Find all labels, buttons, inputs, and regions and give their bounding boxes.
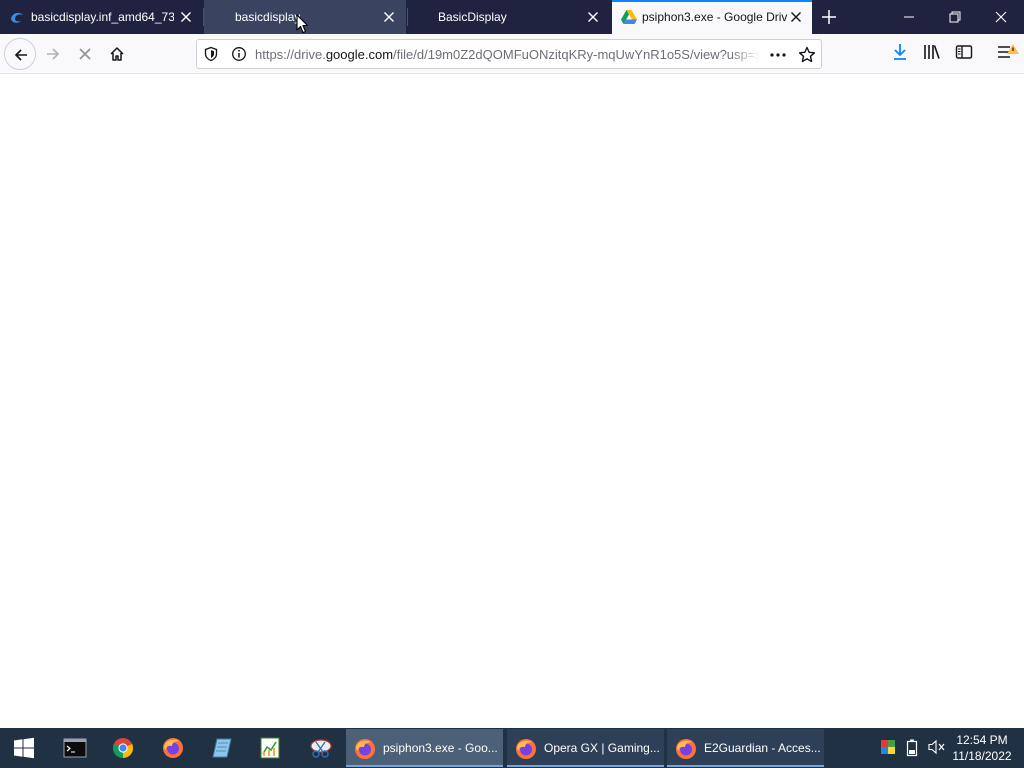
chrome-icon[interactable] [99, 728, 147, 768]
task-label: psiphon3.exe - Goo... [383, 741, 498, 755]
firefox-icon [675, 738, 697, 763]
tab-title: basicdisplay.inf_amd64_73a [31, 10, 174, 24]
close-tab-icon[interactable] [788, 9, 804, 25]
clock-date: 11/18/2022 [952, 749, 1012, 763]
info-icon[interactable] [231, 46, 247, 67]
url-prefix: https://drive. [255, 47, 326, 62]
task-label: Opera GX | Gaming... [544, 741, 660, 755]
tab-strip: basicdisplay.inf_amd64_73a basicdisplay … [0, 0, 1024, 34]
stop-x-icon[interactable] [69, 38, 101, 70]
plus-icon[interactable] [820, 8, 838, 26]
page-content [0, 75, 1024, 728]
clock-time: 12:54 PM [956, 733, 1008, 747]
url-text[interactable]: https://drive.google.com/file/d/19m0Z2dQ… [255, 47, 760, 63]
windows-start-icon[interactable] [0, 728, 48, 768]
more-actions-icon[interactable] [769, 47, 787, 68]
windows-taskbar: psiphon3.exe - Goo... Opera GX | Gaming.… [0, 728, 1024, 768]
sidebar-icon[interactable] [955, 43, 973, 66]
back-arrow-icon[interactable] [4, 38, 36, 70]
tab-basicdisplay-upper[interactable]: BasicDisplay [408, 0, 610, 34]
close-icon[interactable] [978, 0, 1024, 34]
home-icon[interactable] [101, 38, 133, 70]
firefox-icon [354, 738, 376, 763]
tab-title: psiphon3.exe - Google Driv [642, 10, 788, 24]
terminal-icon[interactable] [50, 728, 98, 768]
color-icon[interactable] [880, 739, 896, 760]
close-tab-icon[interactable] [381, 9, 397, 25]
volume-muted-icon[interactable] [928, 739, 946, 760]
firefox-icon [515, 738, 537, 763]
star-bookmark-icon[interactable] [798, 46, 816, 69]
restore-icon[interactable] [932, 0, 978, 34]
battery-icon[interactable] [906, 739, 918, 762]
edge-blue-icon [10, 10, 24, 24]
url-bar[interactable]: https://drive.google.com/file/d/19m0Z2dQ… [196, 39, 822, 69]
firefox-icon[interactable] [149, 728, 197, 768]
google-drive-icon [621, 10, 637, 24]
menu-icon[interactable] [996, 43, 1020, 66]
mouse-cursor-icon [296, 14, 309, 39]
taskbar-task-e2guardian[interactable]: E2Guardian - Acces... [667, 729, 824, 767]
download-icon[interactable] [892, 43, 908, 66]
tab-basicdisplay-inf[interactable]: basicdisplay.inf_amd64_73a [0, 0, 202, 34]
taskbar-task-opera-gx[interactable]: Opera GX | Gaming... [507, 729, 664, 767]
minimize-icon[interactable] [886, 0, 932, 34]
system-clock[interactable]: 12:54 PM 11/18/2022 [946, 732, 1018, 764]
forward-arrow-icon[interactable] [37, 38, 69, 70]
navigation-toolbar: https://drive.google.com/file/d/19m0Z2dQ… [0, 34, 1024, 74]
tab-psiphon-drive[interactable]: psiphon3.exe - Google Driv [612, 0, 812, 34]
close-tab-icon[interactable] [178, 9, 194, 25]
url-domain: google.com [325, 47, 394, 62]
taskbar-task-psiphon[interactable]: psiphon3.exe - Goo... [346, 729, 503, 767]
close-tab-icon[interactable] [585, 9, 601, 25]
tab-title: BasicDisplay [438, 10, 507, 24]
snipping-tool-icon[interactable] [296, 728, 344, 768]
url-path: /file/d/19m0Z2dQOMFuONzitqKRy-mqUwYnR1o5… [393, 47, 760, 62]
notepad-icon[interactable] [198, 728, 246, 768]
chart-app-icon[interactable] [246, 728, 294, 768]
shield-icon[interactable] [203, 46, 219, 67]
task-label: E2Guardian - Acces... [704, 741, 821, 755]
library-icon[interactable] [923, 43, 941, 66]
